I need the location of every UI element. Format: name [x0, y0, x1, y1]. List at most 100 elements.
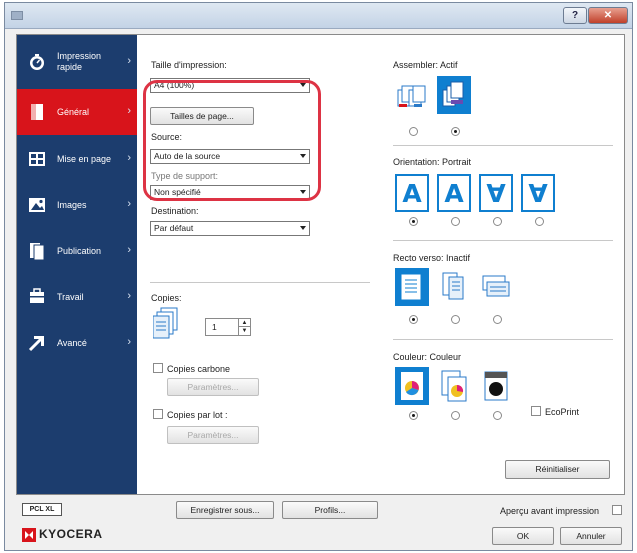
orientation-portrait-radio[interactable]	[409, 217, 418, 226]
copies-label: Copies:	[151, 293, 182, 303]
images-icon	[29, 198, 45, 212]
close-button[interactable]: ✕	[588, 7, 628, 24]
collate-label: Assembler: Actif	[393, 60, 458, 70]
pdl-badge: PCL XL	[22, 503, 62, 516]
orientation-portrait-option[interactable]: A	[395, 174, 429, 212]
orientation-landscape-radio[interactable]	[451, 217, 460, 226]
uncollated-pages-icon	[397, 85, 426, 107]
duplex-long-edge-radio[interactable]	[451, 315, 460, 324]
orientation-rotated-portrait-option[interactable]: A	[479, 174, 513, 212]
general-icon	[31, 104, 43, 120]
destination-select[interactable]: Par défaut	[150, 221, 310, 236]
collate-on-option[interactable]	[437, 76, 471, 114]
color-mono-radio[interactable]	[493, 411, 502, 420]
ecoprint-checkbox[interactable]	[531, 406, 541, 416]
sidebar-item-quick-print[interactable]: Impression rapide ›	[17, 39, 137, 85]
sidebar-item-publishing[interactable]: Publication ›	[17, 228, 137, 274]
carbon-copies-checkbox[interactable]	[153, 363, 163, 373]
single-sided-icon	[401, 274, 421, 300]
kyocera-logo-icon	[22, 528, 36, 542]
sidebar-item-images[interactable]: Images ›	[17, 182, 137, 228]
sidebar-item-label: Publication	[57, 245, 102, 256]
quick-print-icon	[30, 54, 44, 70]
divider	[393, 240, 613, 241]
copies-icon	[153, 307, 178, 339]
duplex-label: Recto verso: Inactif	[393, 253, 471, 263]
chevron-right-icon: ›	[127, 290, 131, 302]
sidebar-item-label: Avancé	[57, 337, 87, 348]
collate-off-option[interactable]	[395, 76, 429, 114]
color-partial-option[interactable]	[437, 367, 471, 405]
sidebar-item-label: Général	[57, 106, 90, 117]
carbon-settings-button[interactable]: Paramètres...	[167, 378, 259, 396]
rotated-portrait-icon: A	[479, 174, 513, 212]
collate-on-radio[interactable]	[451, 127, 460, 136]
sidebar-item-job[interactable]: Travail ›	[17, 274, 137, 320]
copies-value: 1	[212, 322, 217, 332]
color-mono-option[interactable]	[479, 367, 513, 405]
sidebar: Impression rapide › Général › Mise en pa…	[17, 35, 137, 494]
help-button[interactable]: ?	[563, 7, 587, 24]
duplex-off-radio[interactable]	[409, 315, 418, 324]
sidebar-item-label: Impression rapide	[57, 51, 102, 72]
carbon-copies-label: Copies carbone	[167, 364, 231, 374]
chevron-right-icon: ›	[127, 152, 131, 164]
two-tone-print-icon	[441, 370, 467, 402]
black-white-print-icon	[484, 371, 508, 401]
increment-icon[interactable]: ▲	[238, 319, 250, 327]
decrement-icon[interactable]: ▼	[238, 327, 250, 335]
duplex-off-option[interactable]	[395, 268, 429, 306]
color-print-icon	[401, 372, 423, 400]
advanced-icon	[28, 336, 44, 352]
sidebar-item-advanced[interactable]: Avancé ›	[17, 320, 137, 366]
dialog-content: Impression rapide › Général › Mise en pa…	[16, 34, 625, 495]
job-icon	[30, 288, 44, 303]
portrait-icon: A	[395, 174, 429, 212]
destination-value: Par défaut	[154, 223, 194, 233]
color-full-radio[interactable]	[409, 411, 418, 420]
color-partial-radio[interactable]	[451, 411, 460, 420]
color-full-option[interactable]	[395, 367, 429, 405]
divider	[150, 282, 370, 283]
chevron-right-icon: ›	[127, 198, 131, 210]
title-bar: ? ✕	[5, 3, 632, 29]
duplex-short-edge-radio[interactable]	[493, 315, 502, 324]
sidebar-item-label: Images	[57, 199, 87, 210]
orientation-rotated-portrait-radio[interactable]	[493, 217, 502, 226]
copies-per-tray-label: Copies par lot :	[167, 410, 228, 420]
print-preview-checkbox[interactable]	[612, 505, 622, 515]
window-system-icon[interactable]	[11, 11, 23, 20]
copies-per-tray-checkbox[interactable]	[153, 409, 163, 419]
orientation-landscape-option[interactable]: A	[437, 174, 471, 212]
reset-button[interactable]: Réinitialiser	[505, 460, 610, 479]
collate-off-radio[interactable]	[409, 127, 418, 136]
dialog-footer: PCL XL Enregistrer sous... Profils... Ap…	[16, 500, 625, 550]
chevron-right-icon: ›	[127, 336, 131, 348]
chevron-right-icon: ›	[127, 105, 131, 117]
print-preview-label: Aperçu avant impression	[500, 506, 600, 516]
ok-button[interactable]: OK	[492, 527, 554, 545]
divider	[393, 339, 613, 340]
layout-icon	[29, 152, 45, 166]
sidebar-item-label: Travail	[57, 291, 84, 302]
sidebar-item-label: Mise en page	[57, 153, 112, 164]
collated-pages-icon	[442, 81, 464, 107]
sidebar-item-general[interactable]: Général ›	[17, 89, 137, 135]
tray-settings-button[interactable]: Paramètres...	[167, 426, 259, 444]
save-as-button[interactable]: Enregistrer sous...	[176, 501, 274, 519]
chevron-down-icon	[300, 226, 306, 230]
duplex-long-edge-option[interactable]	[437, 268, 471, 306]
cancel-button[interactable]: Annuler	[560, 527, 622, 545]
sidebar-item-layout[interactable]: Mise en page ›	[17, 136, 137, 182]
copies-stepper[interactable]: 1 ▲ ▼	[205, 318, 251, 336]
printer-properties-window: ? ✕ Impression rapide › Général › Mise e…	[4, 2, 633, 551]
callout-highlight-ring	[143, 80, 321, 201]
chevron-right-icon: ›	[127, 55, 131, 67]
orientation-rotated-landscape-radio[interactable]	[535, 217, 544, 226]
chevron-right-icon: ›	[127, 244, 131, 256]
profiles-button[interactable]: Profils...	[282, 501, 378, 519]
duplex-short-edge-option[interactable]	[479, 268, 513, 306]
orientation-rotated-landscape-option[interactable]: A	[521, 174, 555, 212]
ecoprint-label: EcoPrint	[545, 407, 580, 417]
orientation-label: Orientation: Portrait	[393, 157, 472, 167]
